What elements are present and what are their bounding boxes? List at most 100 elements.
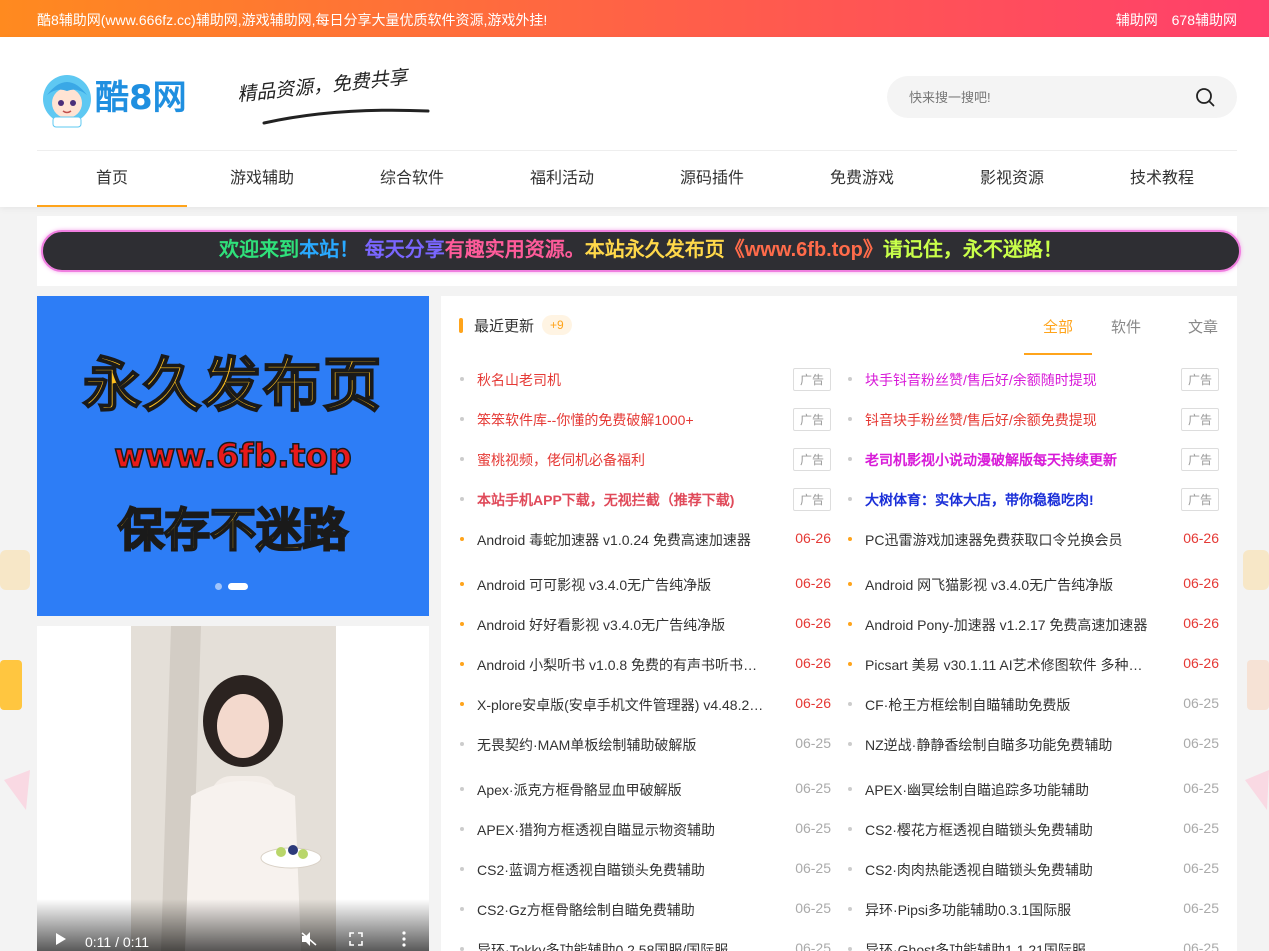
- more-options-icon[interactable]: [401, 931, 407, 947]
- update-date: 06-25: [795, 735, 831, 751]
- update-title-link[interactable]: Apex·派克方框骨骼显血甲破解版: [477, 780, 767, 800]
- update-date: 06-26: [795, 655, 831, 671]
- list-item: Android 毒蛇加速器 v1.0.24 免费高速加速器 06-26: [459, 528, 831, 552]
- update-title-link[interactable]: APEX·幽冥绘制自瞄追踪多功能辅助: [865, 780, 1155, 800]
- update-date: 06-25: [795, 780, 831, 796]
- update-date: 06-25: [795, 860, 831, 876]
- bullet-icon: [460, 827, 464, 831]
- top-links: 辅助网 678辅助网: [1106, 10, 1237, 30]
- update-title-link[interactable]: Android Pony-加速器 v1.2.17 免费高速加速器: [865, 615, 1155, 635]
- update-title-link[interactable]: CS2·蓝调方框透视自瞄锁头免费辅助: [477, 860, 767, 880]
- update-title-link[interactable]: 异环·Pipsi多功能辅助0.3.1国际服: [865, 900, 1155, 920]
- update-title-link[interactable]: Android 好好看影视 v3.4.0无广告纯净版: [477, 615, 767, 635]
- banner-line-1: 永久发布页: [82, 350, 383, 420]
- bullet-icon: [460, 622, 464, 626]
- list-item: 异环·Ghost多功能辅助1.1.21国际服 06-25: [847, 938, 1219, 951]
- update-title-link[interactable]: Android 小梨听书 v1.0.8 免费的有声书听书软件: [477, 655, 767, 675]
- update-title-link[interactable]: Picsart 美易 v30.1.11 AI艺术修图软件 多种效果: [865, 655, 1155, 675]
- notice-part: 有趣实用资源。: [444, 239, 585, 261]
- update-title-link[interactable]: 异环·Ghost多功能辅助1.1.21国际服: [865, 940, 1155, 951]
- list-item: 秋名山老司机 广告: [459, 368, 831, 392]
- nav-home[interactable]: 首页: [37, 151, 187, 207]
- update-title-link[interactable]: CF·枪王方框绘制自瞄辅助免费版: [865, 695, 1155, 715]
- update-title-link[interactable]: 蜜桃视频，佬伺机必备福利: [477, 450, 767, 470]
- banner-line-3: 保存不迷路: [117, 502, 349, 558]
- ad-badge: 广告: [1180, 368, 1219, 391]
- carousel-dot-active[interactable]: [228, 583, 248, 590]
- update-title-link[interactable]: Android 可可影视 v3.4.0无广告纯净版: [477, 575, 767, 595]
- update-title-link[interactable]: PC迅雷游戏加速器免费获取口令兑换会员: [865, 530, 1155, 550]
- nav-free-games[interactable]: 免费游戏: [787, 151, 937, 207]
- update-title-link[interactable]: APEX·猎狗方框透视自瞄显示物资辅助: [477, 820, 767, 840]
- update-title-link[interactable]: CS2·肉肉热能透视自瞄锁头免费辅助: [865, 860, 1155, 880]
- title-accent-bar: [459, 317, 463, 333]
- nav-software[interactable]: 综合软件: [337, 151, 487, 207]
- top-link-678fuzhuwang[interactable]: 678辅助网: [1172, 12, 1237, 28]
- site-logo[interactable]: 酷8网: [37, 65, 217, 129]
- ad-badge: 广告: [1180, 408, 1219, 431]
- update-date: 06-26: [795, 615, 831, 631]
- nav-tutorials[interactable]: 技术教程: [1087, 151, 1237, 207]
- list-item: 异环·Pipsi多功能辅助0.3.1国际服 06-25: [847, 898, 1219, 922]
- tab-all[interactable]: 全部: [1024, 316, 1092, 355]
- banner-line-2: www.6fb.top: [114, 435, 353, 476]
- bullet-icon: [848, 867, 852, 871]
- notice-part: 请记住，永不迷路！: [882, 239, 1063, 261]
- background-decoration-right: [1243, 550, 1269, 810]
- logo-text: 酷8网: [95, 78, 187, 118]
- top-link-fuzhuwang[interactable]: 辅助网: [1116, 12, 1158, 28]
- bullet-icon: [848, 787, 852, 791]
- bullet-icon: [848, 622, 852, 626]
- tab-articles[interactable]: 文章: [1160, 316, 1218, 355]
- update-title-link[interactable]: 秋名山老司机: [477, 370, 767, 390]
- video-controls: 0:11 / 0:11: [37, 899, 429, 951]
- search-icon[interactable]: [1195, 87, 1215, 107]
- search-input[interactable]: [909, 76, 1189, 118]
- video-player[interactable]: 0:11 / 0:11: [37, 626, 429, 951]
- promo-banner[interactable]: 永久发布页 www.6fb.top 保存不迷路: [37, 296, 429, 616]
- nav-video[interactable]: 影视资源: [937, 151, 1087, 207]
- update-title-link[interactable]: Android 网飞猫影视 v3.4.0无广告纯净版: [865, 575, 1155, 595]
- update-title-link[interactable]: 本站手机APP下载，无视拦截（推荐下载): [477, 490, 767, 510]
- tab-software[interactable]: 软件: [1092, 316, 1160, 355]
- update-tabs: 全部 软件 文章: [1024, 316, 1218, 355]
- list-item: 钭音块手粉丝赞/售后好/余额免费提现 广告: [847, 408, 1219, 432]
- bullet-icon: [460, 457, 464, 461]
- bullet-icon: [848, 947, 852, 951]
- site-description: 酷8辅助网(www.666fz.cc)辅助网,游戏辅助网,每日分享大量优质软件资…: [37, 12, 548, 28]
- bullet-icon: [848, 702, 852, 706]
- search-box: [887, 76, 1237, 118]
- ad-badge: 广告: [792, 368, 831, 391]
- update-title-link[interactable]: CS2·Gz方框骨骼绘制自瞄免费辅助: [477, 900, 767, 920]
- fullscreen-icon[interactable]: [349, 932, 363, 946]
- update-date: 06-26: [1183, 530, 1219, 546]
- update-date: 06-25: [1183, 695, 1219, 711]
- list-item: NZ逆战·静静香绘制自瞄多功能免费辅助 06-25: [847, 733, 1219, 757]
- notice-part: 本站永久发布页: [584, 239, 725, 261]
- list-item: Apex·派克方框骨骼显血甲破解版 06-25: [459, 778, 831, 802]
- mute-icon[interactable]: [301, 932, 317, 946]
- list-item: APEX·猎狗方框透视自瞄显示物资辅助 06-25: [459, 818, 831, 842]
- update-title-link[interactable]: CS2·樱花方框透视自瞄锁头免费辅助: [865, 820, 1155, 840]
- list-item: Android 小梨听书 v1.0.8 免费的有声书听书软件 06-26: [459, 653, 831, 677]
- update-title-link[interactable]: 无畏契约·MAM单板绘制辅助破解版: [477, 735, 767, 755]
- update-title-link[interactable]: X-plore安卓版(安卓手机文件管理器) v4.48.20 解锁版: [477, 695, 767, 715]
- update-title-link[interactable]: 钭音块手粉丝赞/售后好/余额免费提现: [865, 410, 1155, 430]
- update-title-link[interactable]: 老司机影视小说动漫破解版每天持续更新: [865, 450, 1155, 470]
- update-title-link[interactable]: 异环·Tokky多功能辅助0.2.58国服/国际服: [477, 940, 767, 951]
- update-date: 06-25: [795, 900, 831, 916]
- update-title-link[interactable]: 笨笨软件库--你懂的免费破解1000+: [477, 410, 767, 430]
- list-item: 大树体育：实体大店，带你稳稳吃肉! 广告: [847, 488, 1219, 512]
- panel-title: 最近更新 +9: [459, 315, 572, 335]
- ad-badge: 广告: [792, 448, 831, 471]
- nav-game-assist[interactable]: 游戏辅助: [187, 151, 337, 207]
- carousel-dot[interactable]: [215, 583, 222, 590]
- nav-source-code[interactable]: 源码插件: [637, 151, 787, 207]
- nav-welfare[interactable]: 福利活动: [487, 151, 637, 207]
- list-item: Picsart 美易 v30.1.11 AI艺术修图软件 多种效果 06-26: [847, 653, 1219, 677]
- update-title-link[interactable]: Android 毒蛇加速器 v1.0.24 免费高速加速器: [477, 530, 767, 550]
- update-title-link[interactable]: 大树体育：实体大店，带你稳稳吃肉!: [865, 490, 1155, 510]
- update-title-link[interactable]: NZ逆战·静静香绘制自瞄多功能免费辅助: [865, 735, 1155, 755]
- update-title-link[interactable]: 块手钭音粉丝赞/售后好/余额随时提现: [865, 370, 1155, 390]
- play-icon[interactable]: [55, 933, 67, 945]
